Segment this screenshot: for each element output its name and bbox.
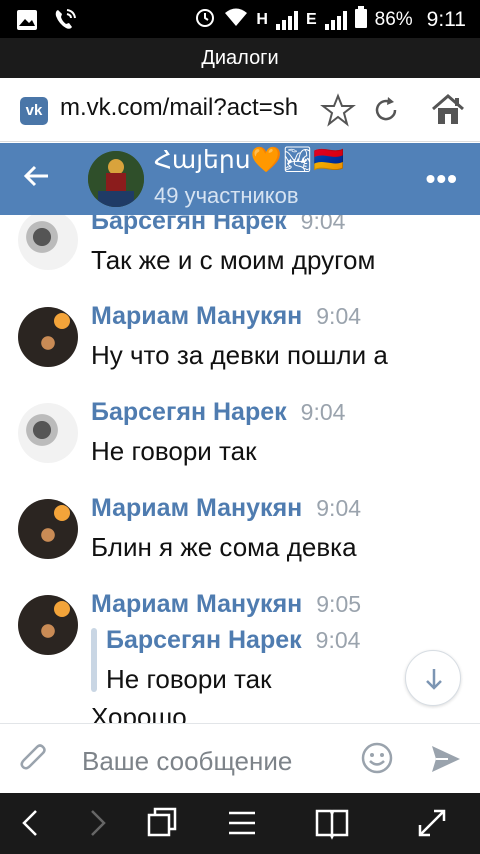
message-list: Барсегян Нарек 9:04 Так же и с моим друго…	[0, 215, 480, 723]
message-text: Ну что за девки пошли а	[91, 340, 388, 370]
avatar[interactable]	[18, 499, 78, 559]
message-sender[interactable]: Барсегян Нарек 9:04	[91, 215, 345, 236]
alarm-icon	[194, 6, 216, 34]
message-time: 9:04	[316, 495, 362, 521]
more-options-icon[interactable]: •••	[426, 163, 458, 195]
nav-back-icon[interactable]	[12, 805, 52, 841]
chat-header: Հայերս🧡🏞🇦🇲 49 участников •••	[0, 143, 480, 215]
bookmark-star-icon[interactable]	[320, 92, 356, 128]
clock: 9:11	[426, 8, 466, 31]
message-time: 9:04	[300, 215, 346, 234]
window-title: Диалоги	[0, 38, 480, 78]
avatar[interactable]	[18, 215, 78, 270]
message-time: 9:05	[316, 591, 362, 617]
signal-icon-2	[324, 10, 347, 30]
reading-mode-icon[interactable]	[312, 805, 352, 841]
avatar[interactable]	[18, 307, 78, 367]
emoji-icon[interactable]	[361, 742, 393, 779]
message-sender[interactable]: Барсегян Нарек 9:04	[91, 398, 345, 427]
status-bar: H E 86% 9:11	[0, 0, 480, 38]
network-type-1: H	[256, 11, 268, 28]
quoted-time: 9:04	[315, 627, 361, 653]
message-composer: Ваше сообщение	[0, 723, 480, 793]
fullscreen-icon[interactable]	[412, 805, 452, 841]
home-icon[interactable]	[430, 92, 466, 128]
url-field[interactable]: m.vk.com/mail?act=sh	[60, 94, 318, 122]
wifi-call-icon	[52, 7, 78, 38]
battery-percent: 86%	[374, 9, 413, 30]
browser-bottom-nav	[0, 793, 480, 854]
gallery-icon	[16, 9, 38, 36]
back-arrow-icon[interactable]	[22, 161, 52, 200]
vk-logo-icon: vk	[20, 97, 48, 125]
battery-icon	[354, 6, 367, 34]
message-time: 9:04	[300, 399, 346, 425]
message-text: Не говори так	[91, 436, 257, 466]
message-sender[interactable]: Мариам Манукян 9:04	[91, 302, 361, 331]
browser-url-bar: vk m.vk.com/mail?act=sh	[0, 78, 480, 142]
nav-forward-icon[interactable]	[76, 805, 116, 841]
message-input[interactable]: Ваше сообщение	[82, 746, 292, 777]
menu-icon[interactable]	[222, 805, 262, 841]
message-sender[interactable]: Мариам Манукян 9:05	[91, 590, 361, 619]
reload-icon[interactable]	[368, 92, 404, 128]
chat-title: Հայերս🧡🏞🇦🇲	[154, 146, 345, 174]
message-text: Так же и с моим другом	[91, 245, 376, 275]
quoted-text: Не говори так	[106, 664, 272, 694]
quote-bar	[91, 628, 97, 692]
wifi-icon	[224, 7, 248, 33]
quoted-sender[interactable]: Барсегян Нарек 9:04	[106, 626, 360, 655]
message-text: Блин я же сома девка	[91, 532, 357, 562]
signal-icon	[275, 10, 298, 30]
message-text: Хорошо	[91, 702, 187, 723]
network-type-2: E	[305, 11, 317, 28]
tabs-icon[interactable]	[142, 805, 182, 841]
avatar[interactable]	[18, 403, 78, 463]
group-avatar[interactable]	[88, 151, 144, 207]
participants-count: 49 участников	[154, 183, 299, 208]
avatar[interactable]	[18, 595, 78, 655]
attach-paperclip-icon[interactable]	[18, 742, 50, 783]
message-time: 9:04	[316, 303, 362, 329]
message-sender[interactable]: Мариам Манукян 9:04	[91, 494, 361, 523]
scroll-down-button[interactable]	[405, 650, 461, 706]
arrow-down-icon	[426, 669, 442, 690]
send-icon[interactable]	[430, 744, 462, 779]
